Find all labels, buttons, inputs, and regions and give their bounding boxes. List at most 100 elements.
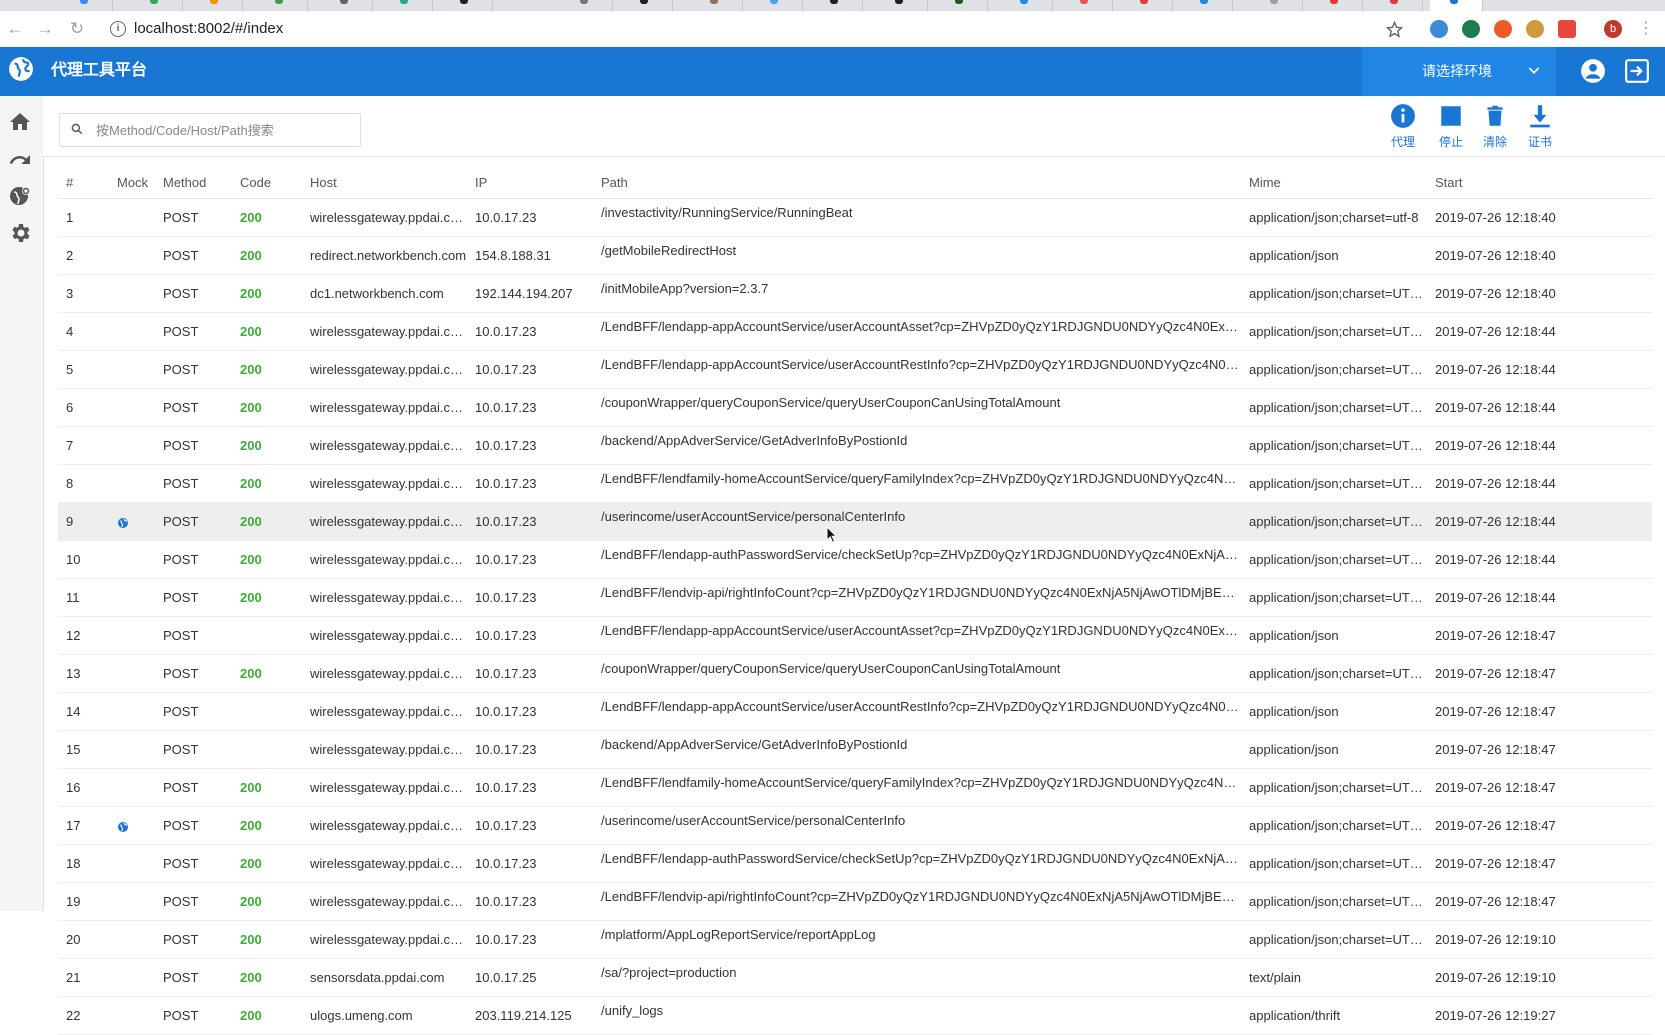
column-header-code[interactable]: Code xyxy=(232,166,302,199)
mock-cell xyxy=(109,616,155,655)
path-cell: /initMobileApp?version=2.3.7 xyxy=(593,274,1241,313)
browser-tab[interactable] xyxy=(1180,0,1233,11)
browser-tab[interactable] xyxy=(690,0,743,11)
browser-tab[interactable] xyxy=(875,0,928,11)
table-row[interactable]: 2 POST 200 redirect.networkbench.com 154.8.1… xyxy=(58,236,1652,275)
browser-tab[interactable] xyxy=(255,0,308,11)
table-row[interactable]: 22 POST 200 ulogs.umeng.com 203.119.214.125/… xyxy=(58,996,1652,1035)
home-icon[interactable] xyxy=(8,110,32,134)
browser-tab[interactable] xyxy=(560,0,613,11)
table-row[interactable]: 7 POST 200 wirelessgateway.ppdai.com 10.0.17… xyxy=(58,426,1652,465)
table-row[interactable]: 5 POST 200 wirelessgateway.ppdai.com 10.0.17… xyxy=(58,350,1652,389)
browser-tab[interactable] xyxy=(190,0,243,11)
browser-tab[interactable] xyxy=(620,0,673,11)
table-row[interactable]: 3 POST 200 dc1.networkbench.com 192.144.194.… xyxy=(58,274,1652,313)
extension-icon[interactable] xyxy=(1526,20,1544,38)
table-row[interactable]: 1 POST 200 wirelessgateway.ppdai.com 10.0.17… xyxy=(58,198,1652,237)
column-header-method[interactable]: Method xyxy=(155,166,232,199)
environment-select[interactable]: 请选择环境 xyxy=(1362,47,1556,96)
extension-icon[interactable] xyxy=(1558,20,1576,38)
path-cell: /LendBFF/lendfamily-homeAccountService/q… xyxy=(593,768,1241,807)
proxy-button[interactable]: 代理 xyxy=(1383,103,1423,150)
browser-tab[interactable] xyxy=(380,0,433,11)
reload-icon[interactable]: ↻ xyxy=(65,17,89,41)
table-row[interactable]: 4 POST 200 wirelessgateway.ppdai.com 10.0.17… xyxy=(58,312,1652,351)
logout-icon[interactable] xyxy=(1624,58,1650,84)
column-header-path[interactable]: Path xyxy=(593,166,1241,199)
browser-tab[interactable] xyxy=(1250,0,1303,11)
column-header-ip[interactable]: IP xyxy=(467,166,593,199)
certificate-download-button[interactable]: 证书 xyxy=(1520,103,1560,150)
more-menu-icon[interactable]: ⋮ xyxy=(1634,17,1658,41)
table-row[interactable]: 13 POST 200 wirelessgateway.ppdai.com 10.0.1… xyxy=(58,654,1652,693)
path-cell: /mplatform/AppLogReportService/reportApp… xyxy=(593,920,1241,959)
status-code-cell: 200 xyxy=(232,502,302,541)
info-icon[interactable]: i xyxy=(110,21,126,38)
column-header-start[interactable]: Start xyxy=(1427,166,1652,199)
table-row[interactable]: 16 POST 200 wirelessgateway.ppdai.com 10.0.1… xyxy=(58,768,1652,807)
browser-tab[interactable] xyxy=(1120,0,1173,11)
column-header-mock[interactable]: Mock xyxy=(109,166,155,199)
browser-tab[interactable] xyxy=(320,0,373,11)
table-row[interactable]: 14 POST wirelessgateway.ppdai.com 10.0.17.2… xyxy=(58,692,1652,731)
host-cell: wirelessgateway.ppdai.com xyxy=(302,844,467,883)
mock-cell xyxy=(109,768,155,807)
redo-icon[interactable] xyxy=(8,148,32,172)
browser-tab[interactable] xyxy=(935,0,988,11)
table-row[interactable]: 6 POST 200 wirelessgateway.ppdai.com 10.0.17… xyxy=(58,388,1652,427)
address-bar[interactable]: i localhost:8002/#/index xyxy=(110,19,283,39)
ip-cell: 10.0.17.23 xyxy=(467,388,593,427)
browser-tab[interactable] xyxy=(1060,0,1113,11)
table-row[interactable]: 10 POST 200 wirelessgateway.ppdai.com 10.0.1… xyxy=(58,540,1652,579)
mock-cell xyxy=(109,464,155,503)
browser-tab[interactable] xyxy=(440,0,493,11)
table-row[interactable]: 15 POST wirelessgateway.ppdai.com 10.0.17.2… xyxy=(58,730,1652,769)
browser-tab[interactable] xyxy=(60,0,113,11)
globe-search-icon[interactable] xyxy=(8,184,32,208)
table-row[interactable]: 20 POST 200 wirelessgateway.ppdai.com 10.0.1… xyxy=(58,920,1652,959)
column-header-host[interactable]: Host xyxy=(302,166,467,199)
table-row[interactable]: 12 POST wirelessgateway.ppdai.com 10.0.17.2… xyxy=(58,616,1652,655)
column-header-mime[interactable]: Mime xyxy=(1241,166,1427,199)
gear-icon[interactable] xyxy=(8,221,32,245)
bookmark-star-icon[interactable] xyxy=(1386,21,1403,38)
back-icon[interactable]: ← xyxy=(3,17,27,41)
table-row[interactable]: 11 POST 200 wirelessgateway.ppdai.com 10.0.1… xyxy=(58,578,1652,617)
method-cell: POST xyxy=(155,388,232,427)
browser-tab[interactable] xyxy=(750,0,803,11)
table-row[interactable]: 9 POST 200 wirelessgateway.ppdai.com 10.0.17… xyxy=(58,502,1652,541)
table-row[interactable]: 17 POST 200 wirelessgateway.ppdai.com 10.0.1… xyxy=(58,806,1652,845)
extension-icon[interactable] xyxy=(1462,20,1480,38)
browser-tab[interactable] xyxy=(1310,0,1363,11)
mock-globe-icon xyxy=(118,821,128,832)
extension-icon[interactable] xyxy=(1494,20,1512,38)
clear-button[interactable]: 清除 xyxy=(1475,103,1515,150)
method-cell: POST xyxy=(155,768,232,807)
stop-button[interactable]: 停止 xyxy=(1431,103,1471,150)
path-cell: /LendBFF/lendfamily-homeAccountService/q… xyxy=(593,464,1241,503)
mime-cell: application/json;charset=UTF-8 xyxy=(1241,540,1427,579)
table-row[interactable]: 21 POST 200 sensorsdata.ppdai.com 10.0.17.25… xyxy=(58,958,1652,997)
ip-cell: 10.0.17.23 xyxy=(467,350,593,389)
extension-icon[interactable] xyxy=(1430,20,1448,38)
search-input[interactable] xyxy=(96,120,350,140)
path-cell: /LendBFF/lendvip-api/rightInfoCount?cp=Z… xyxy=(593,578,1241,617)
table-row[interactable]: 8 POST 200 wirelessgateway.ppdai.com 10.0.17… xyxy=(58,464,1652,503)
table-row[interactable]: 18 POST 200 wirelessgateway.ppdai.com 10.0.1… xyxy=(58,844,1652,883)
search-icon xyxy=(71,123,83,135)
browser-tab[interactable] xyxy=(1370,0,1423,11)
browser-tab-active[interactable] xyxy=(1430,0,1483,11)
account-icon[interactable] xyxy=(1580,58,1606,84)
table-row[interactable]: 19 POST 200 wirelessgateway.ppdai.com 10.0.1… xyxy=(58,882,1652,921)
forward-icon[interactable]: → xyxy=(33,17,57,41)
column-header-index[interactable]: # xyxy=(58,166,109,199)
method-cell: POST xyxy=(155,730,232,769)
browser-tab[interactable] xyxy=(130,0,183,11)
host-cell: wirelessgateway.ppdai.com xyxy=(302,882,467,921)
browser-tab[interactable] xyxy=(810,0,863,11)
stop-label: 停止 xyxy=(1438,135,1463,149)
browser-tab[interactable] xyxy=(1000,0,1053,11)
start-time-cell: 2019-07-26 12:18:40 xyxy=(1427,274,1652,313)
mock-cell xyxy=(109,426,155,465)
profile-avatar[interactable]: b xyxy=(1604,20,1622,38)
